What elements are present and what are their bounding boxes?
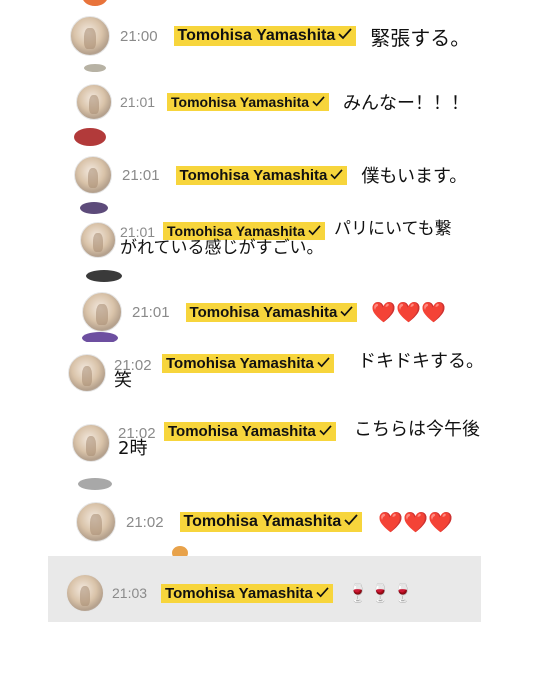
message-strip: 21:01 Tomohisa Yamashita ❤️❤️❤️	[72, 270, 467, 342]
message-strip: 21:00 Tomohisa Yamashita 緊張する。	[48, 0, 499, 64]
sender-name: Tomohisa Yamashita	[183, 513, 342, 530]
avatar[interactable]	[82, 292, 122, 332]
chat-row: 21:01 Tomohisa Yamashita ❤️❤️❤️	[82, 292, 446, 332]
message-strip: 21:03 Tomohisa Yamashita 🍷🍷🍷	[48, 556, 481, 622]
message-text: 僕もいます。	[361, 166, 468, 187]
message-strip: 21:01 Tomohisa Yamashita 僕もいます。	[60, 128, 485, 198]
check-icon	[330, 167, 344, 184]
avatar-peek	[84, 64, 106, 72]
avatar[interactable]	[66, 574, 104, 612]
message-time: 21:01	[132, 303, 170, 321]
message-time: 21:03	[112, 585, 148, 601]
message-text: ❤️❤️❤️	[378, 510, 453, 534]
avatar-peek	[86, 270, 122, 282]
avatar-peek	[172, 546, 188, 556]
message-text: パリにいても繋	[334, 219, 452, 239]
message-text: ❤️❤️❤️	[371, 300, 447, 324]
avatar-peek	[82, 0, 108, 6]
avatar[interactable]	[76, 502, 116, 542]
message-text-line2: がれている感じがすごい。	[120, 238, 324, 258]
sender-name: Tomohisa Yamashita	[177, 27, 336, 44]
sender-name-badge[interactable]: Tomohisa Yamashita	[179, 512, 363, 532]
avatar-peek	[82, 332, 118, 342]
chat-row: 21:03 Tomohisa Yamashita 🍷🍷🍷	[66, 574, 414, 612]
avatar[interactable]	[68, 354, 106, 392]
check-icon	[319, 423, 332, 440]
sender-name: Tomohisa Yamashita	[167, 223, 305, 239]
avatar[interactable]	[80, 222, 116, 258]
check-icon	[316, 585, 329, 602]
sender-name-badge[interactable]: Tomohisa Yamashita	[161, 583, 333, 603]
avatar-peek	[80, 202, 108, 214]
avatar[interactable]	[76, 84, 112, 120]
avatar-peek	[74, 128, 106, 146]
message-time: 21:01	[122, 166, 160, 184]
sender-name: Tomohisa Yamashita	[165, 584, 313, 602]
check-icon	[317, 355, 330, 372]
message-strip: 21:02 Tomohisa Yamashita ドキドキする。 笑	[52, 344, 496, 408]
sender-name-badge[interactable]: Tomohisa Yamashita	[162, 354, 334, 373]
message-time: 21:02	[126, 513, 164, 531]
check-icon	[308, 223, 321, 239]
sender-name: Tomohisa Yamashita	[171, 94, 310, 110]
sender-name: Tomohisa Yamashita	[166, 355, 314, 372]
avatar-peek	[78, 478, 112, 490]
chat-row: 21:00 Tomohisa Yamashita 緊張する。	[70, 16, 470, 56]
sender-name-badge[interactable]: Tomohisa Yamashita	[164, 422, 336, 441]
message-strip: 21:01 Tomohisa Yamashita みんなー！！！	[60, 64, 476, 126]
sender-name: Tomohisa Yamashita	[189, 303, 338, 321]
check-icon	[344, 513, 358, 531]
check-icon	[312, 94, 325, 110]
sender-name: Tomohisa Yamashita	[179, 166, 328, 184]
check-icon	[340, 304, 354, 321]
message-strip: 21:01 Tomohisa Yamashita パリにいても繋 がれている感じ…	[72, 202, 470, 268]
message-time: 21:00	[120, 27, 158, 45]
avatar[interactable]	[70, 16, 110, 56]
avatar[interactable]	[72, 424, 110, 462]
chat-row: 21:01 Tomohisa Yamashita みんなー！！！	[76, 84, 469, 120]
sender-name: Tomohisa Yamashita	[168, 423, 316, 440]
message-text: こちらは今午後	[354, 419, 480, 440]
check-icon	[338, 27, 352, 45]
message-text: 🍷🍷🍷	[346, 582, 415, 604]
sender-name-badge[interactable]: Tomohisa Yamashita	[173, 26, 357, 46]
message-text: 緊張する。	[370, 25, 471, 50]
chat-row: 21:01 Tomohisa Yamashita 僕もいます。	[74, 156, 467, 194]
sender-name-badge[interactable]: Tomohisa Yamashita	[175, 165, 348, 185]
chat-row: 21:02 Tomohisa Yamashita ❤️❤️❤️	[76, 502, 453, 542]
message-strip: 21:02 Tomohisa Yamashita こちらは今午後 2時	[58, 408, 494, 478]
message-strip: 21:02 Tomohisa Yamashita ❤️❤️❤️	[64, 478, 482, 556]
message-text-line2: 笑	[114, 370, 132, 391]
sender-name-badge[interactable]: Tomohisa Yamashita	[167, 93, 330, 111]
avatar[interactable]	[74, 156, 112, 194]
message-time: 21:01	[120, 94, 156, 110]
message-text: みんなー！！！	[343, 93, 470, 114]
message-text: ドキドキする。	[358, 351, 484, 372]
sender-name-badge[interactable]: Tomohisa Yamashita	[185, 302, 358, 322]
message-text-line2: 2時	[118, 438, 148, 459]
